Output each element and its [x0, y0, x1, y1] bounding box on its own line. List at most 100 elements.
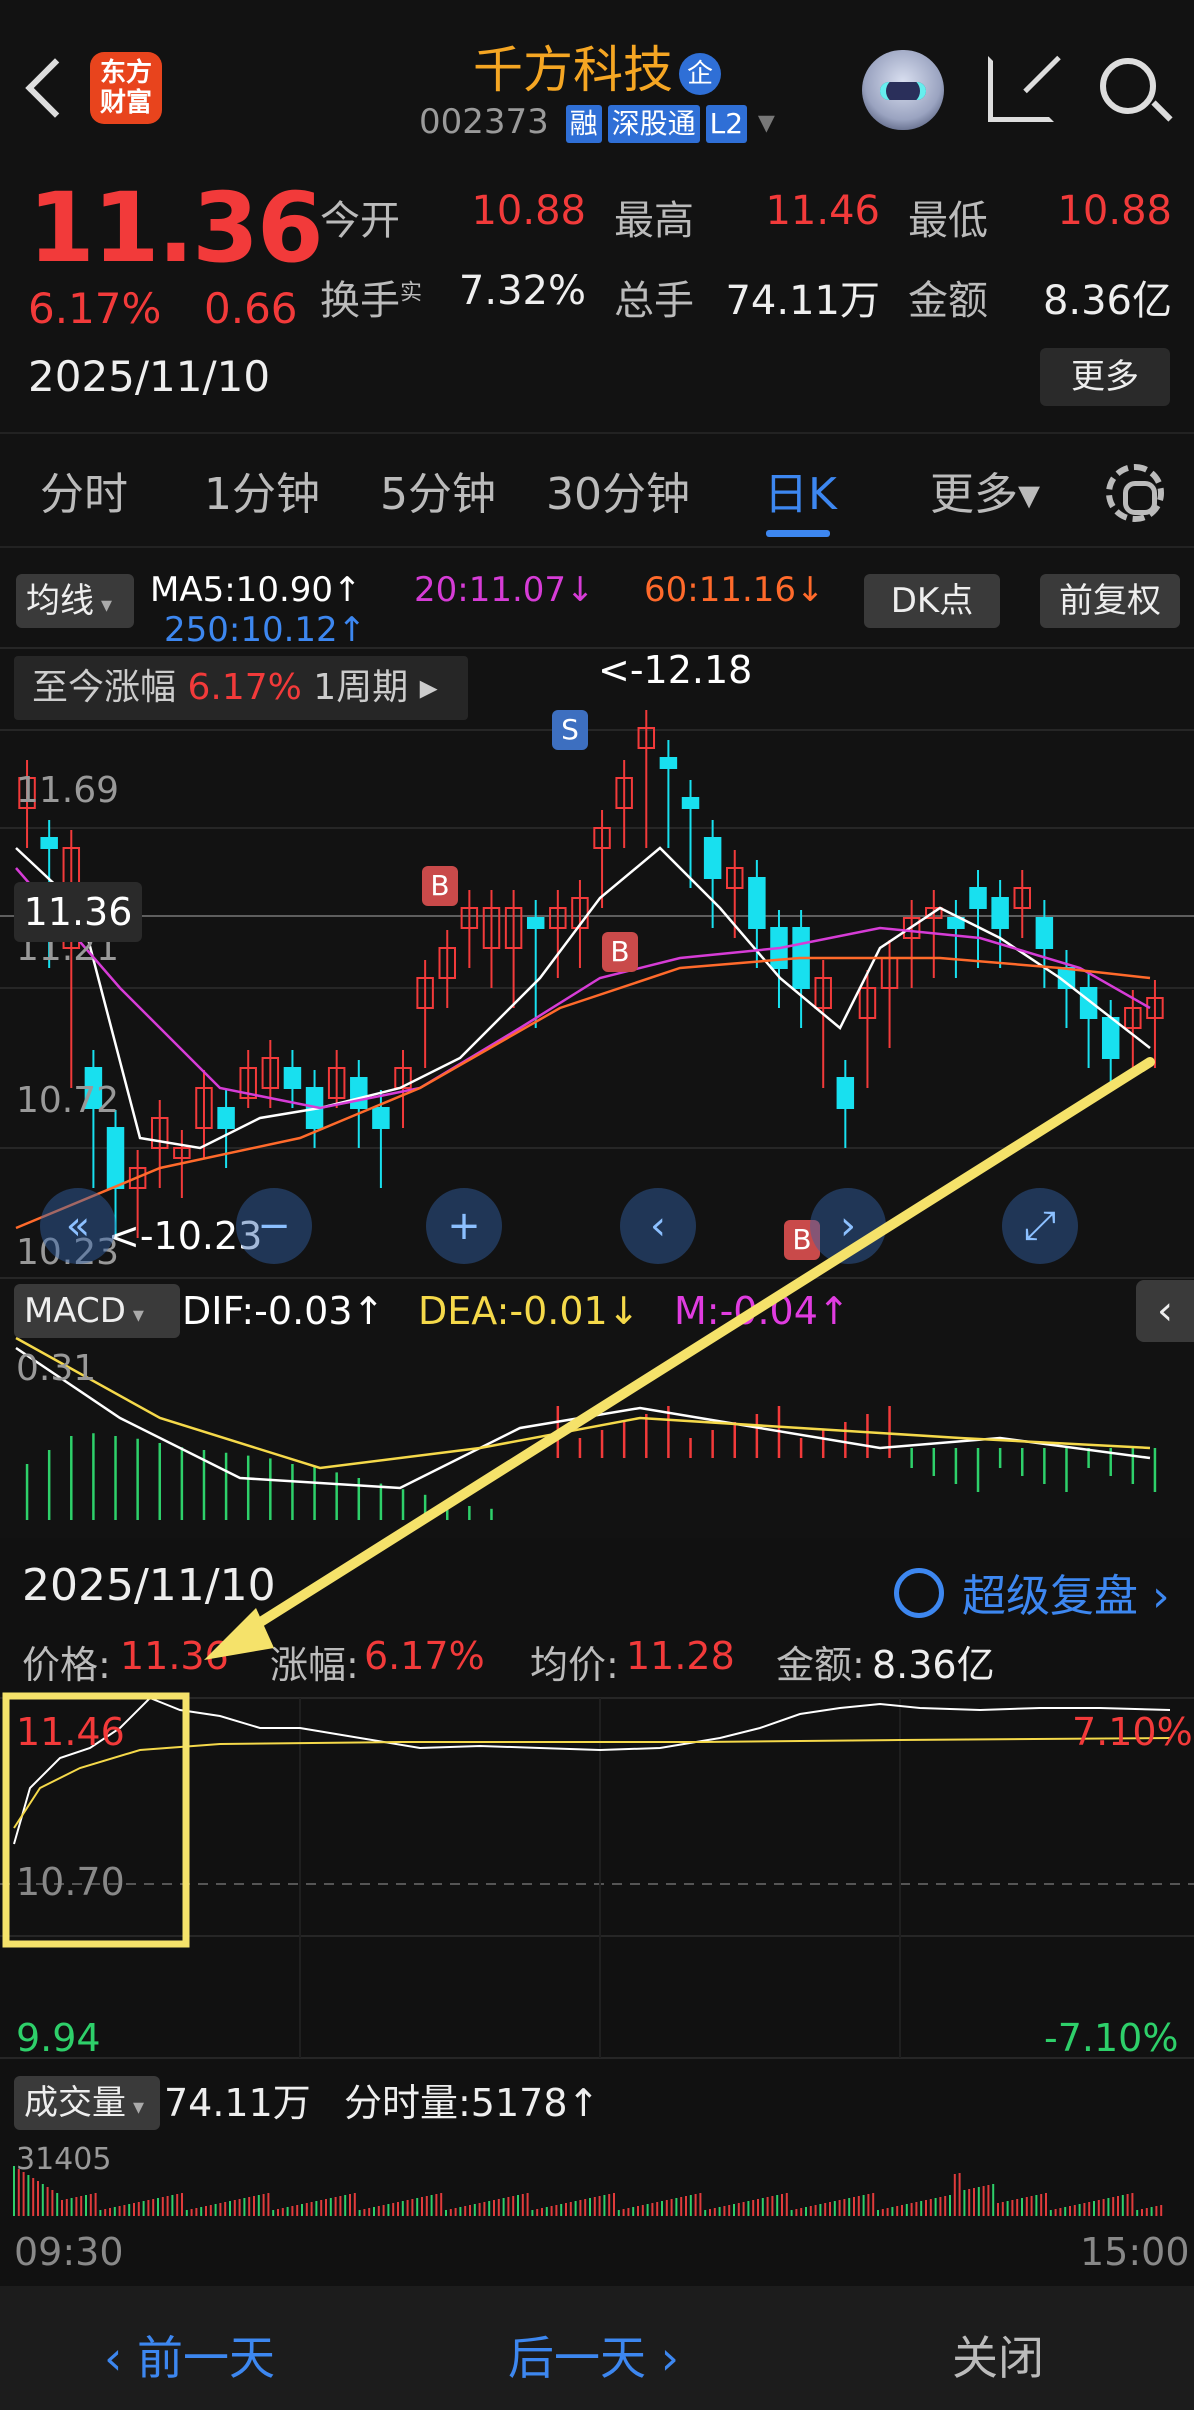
app-header: 东方 财富 千方科技企 002373 融深股通 L2 ▾: [0, 0, 1194, 162]
collapse-panel-button[interactable]: ‹: [1136, 1280, 1194, 1342]
buy-marker[interactable]: B: [602, 932, 638, 972]
period-gain-label: 至今涨幅: [32, 667, 177, 708]
dea-line: [15, 1336, 1151, 1470]
price-line: [13, 1696, 1171, 1845]
next-day-button[interactable]: 后一天 ›: [508, 2322, 679, 2388]
volume-total: 74.11万: [164, 2081, 311, 2125]
intraday-lines: [13, 1696, 1171, 1845]
tag-connect: 深股通: [607, 105, 700, 143]
candle-body: [217, 1107, 235, 1129]
scroll-left-icon[interactable]: ‹: [620, 1188, 696, 1264]
ma-selector-button[interactable]: 均线 ▾: [16, 574, 134, 628]
period-tabs: 分时 1分钟 5分钟 30分钟 日K 更多▾: [0, 434, 1194, 546]
intraday-top-price: 11.46: [16, 1710, 125, 1754]
volume-tick: 31405: [16, 2142, 112, 2177]
high-label: 最高: [614, 198, 694, 244]
search-icon[interactable]: [1100, 58, 1156, 114]
turnover-label: 换手实: [320, 268, 422, 326]
active-tab-indicator: [766, 530, 830, 537]
tab-daily-k[interactable]: 日K: [764, 458, 837, 522]
candle-body: [681, 797, 700, 809]
macd-button-label: MACD: [24, 1291, 126, 1331]
zoom-in-icon[interactable]: +: [426, 1188, 502, 1264]
tag-margin: 融: [565, 105, 602, 143]
open-label: 今开: [320, 198, 400, 244]
low-value: 10.88: [1057, 188, 1172, 234]
intraday-mid-price: 10.70: [16, 1860, 125, 1904]
tab-5min[interactable]: 5分钟: [380, 458, 496, 522]
candle-body: [372, 1107, 390, 1129]
candle-body: [1101, 1017, 1120, 1059]
stock-code: 002373: [419, 102, 549, 142]
change-percent: 6.17%: [28, 284, 162, 333]
intraday-chart-canvas[interactable]: [0, 1538, 1194, 2358]
macd-tick: 0.31: [16, 1348, 97, 1389]
dk-point-button[interactable]: DK点: [864, 574, 1000, 628]
candle-body: [991, 897, 1009, 929]
footer-bar: ‹ 前一天 后一天 › 关闭: [0, 2286, 1194, 2410]
prev-day-button[interactable]: ‹ 前一天: [104, 2322, 275, 2388]
tab-30min[interactable]: 30分钟: [546, 458, 690, 522]
macd-dea: DEA:-0.01↓: [418, 1289, 640, 1333]
tab-more[interactable]: 更多▾: [930, 458, 1040, 522]
macd-m: M:-0.04↑: [674, 1289, 850, 1333]
high-marker: <-12.18: [598, 648, 753, 692]
candle-body: [659, 757, 678, 769]
change-amount: 0.66: [204, 284, 298, 333]
amount-value: 8.36亿: [1042, 278, 1172, 324]
candle-body: [1035, 917, 1054, 949]
tab-1min[interactable]: 1分钟: [204, 458, 320, 522]
open-value: 10.88: [471, 188, 586, 234]
kline-chart-area: 均线 ▾ MA5:10.90↑ 20:11.07↓ 60:11.16↓ 250:…: [0, 548, 1194, 1538]
low-label: 最低: [908, 198, 988, 244]
sell-marker[interactable]: S: [552, 710, 588, 750]
assistant-robot-icon[interactable]: [862, 50, 944, 130]
gear-icon[interactable]: [1106, 464, 1164, 522]
ma60-label: 60:11.16↓: [644, 570, 825, 610]
fullscreen-icon[interactable]: ⤢: [1002, 1188, 1078, 1264]
candle-body: [106, 1127, 125, 1189]
tag-l2: L2: [705, 105, 748, 143]
amount-label: 金额: [908, 278, 988, 324]
buy-marker[interactable]: B: [422, 866, 458, 906]
ma5-label: MA5:10.90↑: [150, 570, 362, 610]
tag-caret-icon[interactable]: ▾: [758, 102, 775, 142]
volume-selector-button[interactable]: 成交量 ▾: [14, 2076, 160, 2130]
ma60-line: [15, 956, 1151, 1230]
candle-body: [748, 877, 766, 929]
time-end: 15:00: [1080, 2230, 1190, 2274]
candle-body: [283, 1067, 302, 1089]
volume-caret-icon: ▾: [126, 2095, 145, 2120]
enterprise-badge: 企: [679, 52, 721, 95]
zoom-out-icon[interactable]: −: [236, 1188, 312, 1264]
ma-button-label: 均线: [26, 581, 94, 621]
period-gain-box[interactable]: 至今涨幅 6.17% 1周期 ▸: [14, 656, 468, 720]
more-quote-button[interactable]: 更多: [1040, 348, 1170, 406]
scroll-right-icon[interactable]: ›: [810, 1188, 886, 1264]
candle-body: [40, 837, 58, 849]
intraday-bottom-pct: -7.10%: [1044, 2016, 1179, 2060]
volume-per-minute: 分时量:5178↑: [344, 2081, 600, 2125]
dif-line: [15, 1346, 1151, 1490]
ma-caret-icon: ▾: [94, 593, 113, 618]
volume-label: 总手: [614, 278, 694, 324]
tab-timeshare[interactable]: 分时: [40, 458, 128, 522]
quote-panel: 11.36 6.17% 0.66 2025/11/10 今开 10.88 最高 …: [0, 162, 1194, 432]
time-start: 09:30: [14, 2230, 124, 2274]
candle-body: [836, 1077, 855, 1109]
period-gain-value: 6.17%: [187, 667, 302, 708]
review-panel: 2025/11/10 超级复盘 › 价格: 11.36 涨幅: 6.17% 均价…: [0, 1538, 1194, 2358]
rewind-icon[interactable]: «: [40, 1188, 116, 1264]
candle-body: [969, 887, 987, 909]
macd-dif: DIF:-0.03↑: [182, 1289, 385, 1333]
volume-value: 74.11万: [725, 278, 880, 324]
candle-body: [526, 917, 545, 929]
share-icon[interactable]: [988, 56, 1054, 122]
adjust-mode-button[interactable]: 前复权: [1040, 574, 1180, 628]
avg-price-line: [13, 1737, 1171, 1829]
volume-button-label: 成交量: [24, 2083, 126, 2123]
close-button[interactable]: 关闭: [952, 2322, 1044, 2388]
intraday-top-pct: 7.10%: [1072, 1710, 1193, 1754]
intraday-grid: [0, 1697, 1194, 2059]
macd-selector-button[interactable]: MACD ▾: [14, 1284, 180, 1338]
